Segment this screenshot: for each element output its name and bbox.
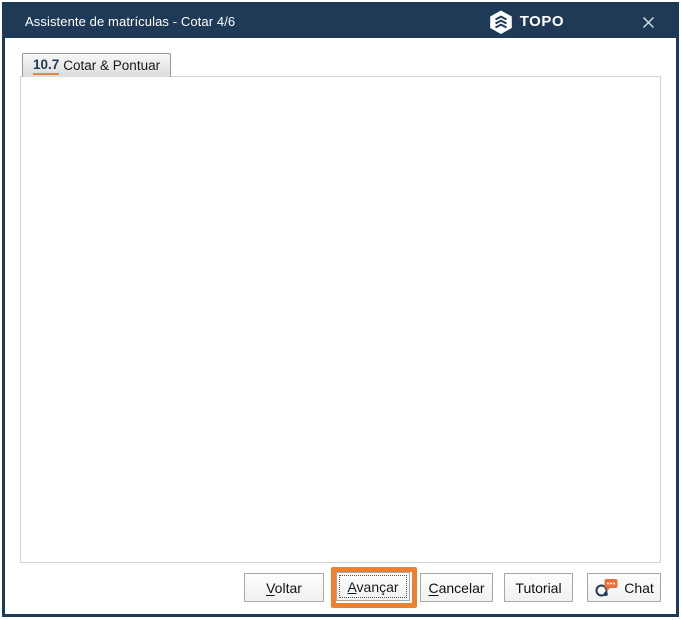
topo-hexagon-icon [488, 9, 514, 35]
tab-number: 10.7 [33, 57, 59, 75]
cancelar-button[interactable]: Cancelar [420, 573, 493, 602]
dialog-window: Assistente de matrículas - Cotar 4/6 TOP… [2, 2, 679, 617]
avancar-highlight-box: Avançar [331, 567, 417, 608]
voltar-label: Voltar [266, 580, 302, 596]
voltar-button[interactable]: Voltar [244, 573, 324, 602]
tab-page [20, 76, 661, 563]
dialog-body: 10.7 Cotar & Pontuar Cotar Curvas Raio: … [5, 38, 676, 614]
chat-icon [594, 578, 618, 598]
brand-name: TOPO [520, 13, 564, 30]
titlebar: Assistente de matrículas - Cotar 4/6 TOP… [5, 5, 676, 38]
tab-label: Cotar & Pontuar [63, 58, 160, 73]
window-title: Assistente de matrículas - Cotar 4/6 [25, 14, 235, 29]
tutorial-button[interactable]: Tutorial [504, 573, 573, 602]
chat-button[interactable]: Chat [587, 573, 661, 602]
brand-logo: TOPO [488, 5, 564, 38]
tab-cotar-pontuar[interactable]: 10.7 Cotar & Pontuar [22, 53, 171, 77]
avancar-button[interactable]: Avançar [336, 572, 410, 601]
cancelar-label: Cancelar [428, 580, 484, 596]
screenshot-canvas: Assistente de matrículas - Cotar 4/6 TOP… [0, 0, 681, 620]
close-button[interactable] [638, 12, 658, 32]
chat-label: Chat [624, 580, 654, 596]
tutorial-label: Tutorial [515, 580, 561, 596]
avancar-label: Avançar [347, 579, 398, 595]
close-icon [642, 16, 655, 29]
